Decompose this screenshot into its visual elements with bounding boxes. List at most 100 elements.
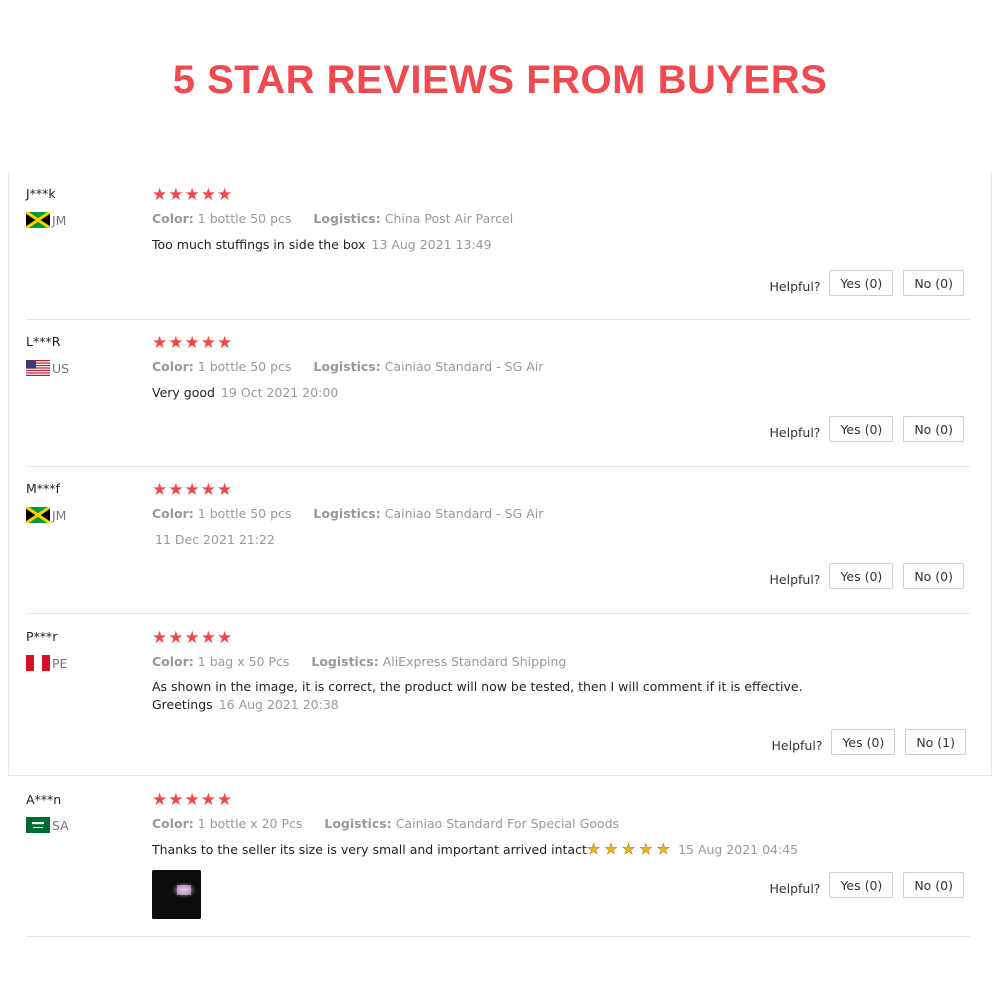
review-text: As shown in the image, it is correct, th…	[152, 678, 867, 714]
review-body: Too much stuffings in side the box	[152, 237, 366, 252]
review-item: L***R US ★ ★ ★ ★ ★ Color: 1 bottle 50 pcs Lo…	[26, 320, 970, 467]
color-label: Color:	[152, 211, 194, 226]
star-rating: ★ ★ ★ ★ ★	[152, 629, 232, 647]
star-icon: ★	[217, 628, 233, 647]
helpful-votes: Helpful? Yes (0) No (0)	[770, 872, 964, 898]
review-photo-thumbnail[interactable]	[152, 870, 201, 919]
reviewer-country: PE	[26, 655, 67, 671]
star-icon: ★	[152, 628, 168, 647]
helpful-votes: Helpful? Yes (0) No (0)	[770, 416, 964, 442]
star-icon: ★	[152, 185, 168, 204]
review-body: Thanks to the seller its size is very sm…	[152, 842, 587, 857]
reviewer-name: L***R	[26, 334, 61, 349]
logistics-label: Logistics:	[313, 506, 381, 521]
helpful-no-button[interactable]: No (1)	[905, 729, 966, 755]
page-title: 5 STAR REVIEWS FROM BUYERS	[172, 58, 828, 102]
logistics-value: AliExpress Standard Shipping	[382, 654, 567, 669]
reviewer-name: M***f	[26, 481, 60, 496]
star-icon: ★	[168, 333, 184, 352]
star-emoji-icon: ★	[586, 840, 601, 858]
review-body: Very good	[152, 385, 215, 400]
review-text: Very good 19 Oct 2021 20:00	[152, 384, 872, 402]
order-details: Color: 1 bottle 50 pcs Logistics: China …	[152, 211, 513, 226]
star-icon: ★	[184, 790, 200, 809]
star-emoji-icon: ★	[639, 840, 653, 858]
logistics-label: Logistics:	[311, 654, 379, 669]
country-code: PE	[52, 655, 68, 671]
reviewer-country: SA	[26, 817, 69, 833]
helpful-votes: Helpful? Yes (0) No (0)	[770, 563, 964, 589]
star-icon: ★	[217, 480, 233, 499]
star-icon: ★	[200, 480, 216, 499]
star-icon: ★	[217, 790, 233, 809]
jamaica-flag-icon	[26, 212, 50, 228]
star-icon: ★	[152, 333, 168, 352]
logistics-value: Cainiao Standard - SG Air	[384, 506, 544, 521]
color-value: 1 bottle 50 pcs	[197, 359, 292, 374]
color-value: 1 bag x 50 Pcs	[197, 654, 290, 669]
helpful-no-button[interactable]: No (0)	[903, 416, 964, 442]
order-details: Color: 1 bottle 50 pcs Logistics: Cainia…	[152, 359, 543, 374]
review-text: Too much stuffings in side the box 13 Aug…	[152, 236, 872, 254]
reviewer-country: JM	[26, 507, 66, 523]
helpful-yes-button[interactable]: Yes (0)	[829, 270, 894, 296]
helpful-yes-button[interactable]: Yes (0)	[829, 416, 894, 442]
star-rating: ★ ★ ★ ★ ★	[152, 186, 232, 204]
star-icon: ★	[200, 628, 216, 647]
emoji-stars: ★ ★ ★ ★ ★	[586, 840, 671, 858]
logistics-label: Logistics:	[324, 816, 392, 831]
star-icon: ★	[168, 480, 184, 499]
star-icon: ★	[217, 333, 233, 352]
order-details: Color: 1 bottle x 20 Pcs Logistics: Cain…	[152, 816, 619, 831]
review-date: 11 Dec 2021 21:22	[155, 532, 275, 547]
reviewer-name: P***r	[26, 629, 58, 644]
star-icon: ★	[184, 480, 200, 499]
helpful-yes-button[interactable]: Yes (0)	[831, 729, 896, 755]
star-icon: ★	[184, 333, 200, 352]
helpful-label: Helpful?	[769, 424, 821, 440]
order-details: Color: 1 bag x 50 Pcs Logistics: AliExpr…	[152, 654, 566, 669]
usa-flag-icon	[26, 360, 50, 376]
review-text: Thanks to the seller its size is very sm…	[152, 840, 912, 859]
helpful-no-button[interactable]: No (0)	[903, 563, 964, 589]
helpful-yes-button[interactable]: Yes (0)	[829, 563, 894, 589]
helpful-label: Helpful?	[769, 880, 821, 896]
country-code: JM	[52, 507, 67, 523]
star-icon: ★	[168, 790, 184, 809]
logistics-value: China Post Air Parcel	[384, 211, 514, 226]
star-icon: ★	[168, 628, 184, 647]
helpful-no-button[interactable]: No (0)	[903, 872, 964, 898]
color-label: Color:	[152, 654, 194, 669]
star-emoji-icon: ★	[656, 840, 671, 858]
color-value: 1 bottle 50 pcs	[197, 506, 292, 521]
review-date: 16 Aug 2021 20:38	[218, 697, 339, 712]
star-icon: ★	[200, 185, 216, 204]
country-code: US	[52, 360, 70, 376]
review-date: 19 Oct 2021 20:00	[220, 385, 339, 400]
star-icon: ★	[200, 333, 216, 352]
country-code: SA	[52, 817, 69, 833]
helpful-votes: Helpful? Yes (0) No (1)	[772, 729, 966, 755]
helpful-label: Helpful?	[769, 571, 821, 587]
helpful-yes-button[interactable]: Yes (0)	[829, 872, 894, 898]
logistics-value: Cainiao Standard - SG Air	[384, 359, 544, 374]
star-rating: ★ ★ ★ ★ ★	[152, 791, 232, 809]
reviewer-name: A***n	[26, 792, 62, 807]
logistics-value: Cainiao Standard For Special Goods	[395, 816, 620, 831]
logistics-label: Logistics:	[313, 211, 381, 226]
helpful-no-button[interactable]: No (0)	[903, 270, 964, 296]
color-value: 1 bottle x 20 Pcs	[197, 816, 303, 831]
order-details: Color: 1 bottle 50 pcs Logistics: Cainia…	[152, 506, 543, 521]
reviewer-country: US	[26, 360, 69, 376]
color-label: Color:	[152, 359, 194, 374]
color-value: 1 bottle 50 pcs	[197, 211, 292, 226]
review-item: J***k JM ★ ★ ★ ★ ★ Color: 1 bottle 50 pcs Lo…	[26, 172, 970, 320]
star-rating: ★ ★ ★ ★ ★	[152, 334, 232, 352]
star-emoji-icon: ★	[604, 840, 618, 858]
star-icon: ★	[152, 790, 168, 809]
helpful-votes: Helpful? Yes (0) No (0)	[770, 270, 964, 296]
star-icon: ★	[217, 185, 233, 204]
star-icon: ★	[200, 790, 216, 809]
review-item: A***n SA ★ ★ ★ ★ ★ Color: 1 bottle x 20 Pcs …	[26, 776, 970, 937]
review-item: P***r PE ★ ★ ★ ★ ★ Color: 1 bag x 50 Pcs Log…	[26, 614, 970, 776]
